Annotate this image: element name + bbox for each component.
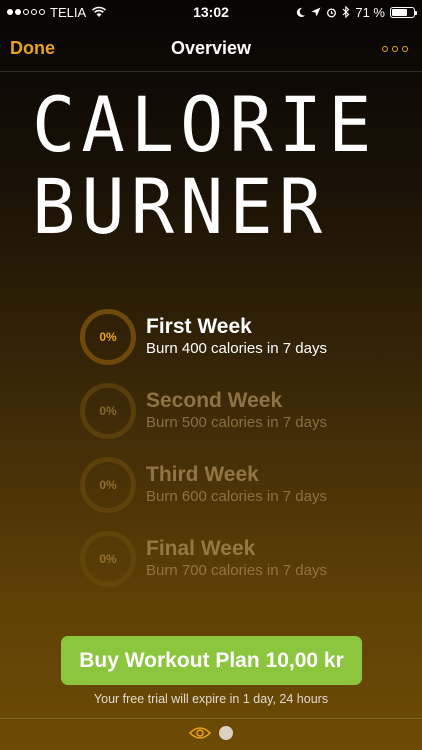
footer-divider: [0, 718, 422, 719]
signal-strength-icon: [7, 9, 45, 15]
wifi-icon: [92, 6, 107, 17]
week-description: Burn 400 calories in 7 days: [146, 340, 327, 357]
progress-ring: 0%: [80, 309, 136, 365]
week-item-final[interactable]: 0% Final Week Burn 700 calories in 7 day…: [80, 522, 400, 596]
page-title: Overview: [170, 38, 252, 58]
page-dot[interactable]: [219, 726, 233, 740]
app-title-line2: BURNER: [32, 162, 329, 251]
alarm-icon: [327, 7, 337, 17]
progress-ring: 0%: [80, 457, 136, 513]
week-description: Burn 500 calories in 7 days: [146, 414, 327, 431]
progress-ring: 0%: [80, 531, 136, 587]
navigation-bar: Done Overview: [0, 26, 422, 72]
trial-notice: Your free trial will expire in 1 day, 24…: [93, 692, 329, 706]
week-description: Burn 600 calories in 7 days: [146, 488, 327, 505]
carrier-label: TELIA: [50, 4, 87, 20]
buy-workout-plan-button[interactable]: Buy Workout Plan 10,00 kr: [61, 636, 362, 685]
battery-icon: [390, 6, 417, 18]
status-left: TELIA: [7, 5, 107, 20]
week-item-first[interactable]: 0% First Week Burn 400 calories in 7 day…: [80, 300, 400, 374]
status-bar: TELIA 13:02 71 %: [0, 0, 422, 24]
location-arrow-icon: [311, 7, 321, 17]
status-right: 71 %: [295, 4, 417, 20]
progress-ring: 0%: [80, 383, 136, 439]
ellipsis-icon[interactable]: [378, 42, 412, 56]
week-item-second[interactable]: 0% Second Week Burn 500 calories in 7 da…: [80, 374, 400, 448]
done-button[interactable]: Done: [10, 38, 55, 59]
week-title: Final Week: [146, 537, 256, 560]
battery-percentage: 71 %: [355, 4, 385, 20]
week-title: Second Week: [146, 389, 283, 412]
moon-icon: [297, 7, 306, 17]
week-list: 0% First Week Burn 400 calories in 7 day…: [80, 300, 400, 596]
eye-icon[interactable]: [189, 726, 211, 740]
app-title-line1: CALORIE: [32, 80, 378, 170]
bluetooth-icon: [342, 6, 350, 18]
week-title: Third Week: [146, 463, 259, 486]
page-indicator: [0, 726, 422, 740]
week-title: First Week: [146, 315, 252, 338]
week-description: Burn 700 calories in 7 days: [146, 562, 327, 579]
app-title: CALORIE BURNER: [32, 84, 377, 248]
week-item-third[interactable]: 0% Third Week Burn 600 calories in 7 day…: [80, 448, 400, 522]
